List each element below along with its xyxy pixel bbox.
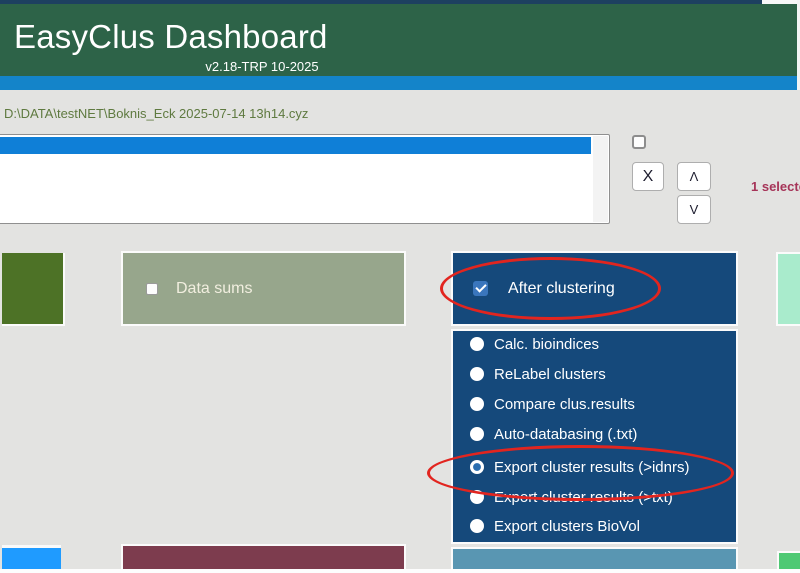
after-clustering-panel[interactable]: After clustering xyxy=(451,251,738,326)
current-file-path: D:\DATA\testNET\Boknis_Eck 2025-07-14 13… xyxy=(4,106,308,121)
delete-button[interactable]: X xyxy=(632,162,664,191)
data-sums-label: Data sums xyxy=(176,280,252,298)
option-label: Export clusters BioVol xyxy=(494,518,640,535)
mint-panel-fragment xyxy=(776,252,800,326)
radio-selected-icon[interactable] xyxy=(470,460,484,474)
blue-panel-fragment xyxy=(2,545,61,570)
option-export-cluster-results-txt[interactable]: Export cluster results (>txt) xyxy=(453,487,736,507)
file-listbox[interactable] xyxy=(0,134,610,224)
option-auto-databasing[interactable]: Auto-databasing (.txt) xyxy=(453,424,736,444)
option-export-clusters-biovol[interactable]: Export clusters BioVol xyxy=(453,516,736,536)
app-title: EasyClus Dashboard xyxy=(14,18,328,56)
option-label: Auto-databasing (.txt) xyxy=(494,426,637,443)
move-down-button[interactable]: V xyxy=(677,195,711,224)
after-clustering-checkbox[interactable] xyxy=(473,281,488,296)
radio-icon[interactable] xyxy=(470,397,484,411)
after-clustering-label: After clustering xyxy=(508,280,615,298)
after-clustering-options-panel: Calc. bioindices ReLabel clusters Compar… xyxy=(451,329,738,544)
maroon-panel-fragment xyxy=(121,544,406,570)
radio-icon[interactable] xyxy=(470,367,484,381)
listbox-scrollbar[interactable] xyxy=(593,136,608,222)
window-bottom-strip xyxy=(0,569,800,573)
header-banner: EasyClus Dashboard v2.18-TRP 10-2025 xyxy=(0,4,797,76)
data-sums-checkbox[interactable] xyxy=(146,283,158,295)
move-up-button[interactable]: Λ xyxy=(677,162,711,191)
app-version-label: v2.18-TRP 10-2025 xyxy=(152,59,372,74)
listbox-selected-row[interactable] xyxy=(0,137,591,154)
selection-count-label: 1 selected xyxy=(751,179,800,194)
option-label: ReLabel clusters xyxy=(494,366,606,383)
data-sums-panel[interactable]: Data sums xyxy=(121,251,406,326)
option-relabel-clusters[interactable]: ReLabel clusters xyxy=(453,364,736,384)
steel-blue-panel-fragment xyxy=(451,547,738,570)
green-panel-fragment xyxy=(777,551,800,570)
option-compare-clus-results[interactable]: Compare clus.results xyxy=(453,394,736,414)
easyclus-dashboard-window: EasyClus Dashboard v2.18-TRP 10-2025 D:\… xyxy=(0,0,800,573)
option-calc-bioindices[interactable]: Calc. bioindices xyxy=(453,334,736,354)
option-label: Calc. bioindices xyxy=(494,336,599,353)
option-export-cluster-results-idnrs[interactable]: Export cluster results (>idnrs) xyxy=(453,457,736,477)
option-label: Compare clus.results xyxy=(494,396,635,413)
list-checkbox[interactable] xyxy=(632,135,646,149)
option-label: Export cluster results (>txt) xyxy=(494,489,673,506)
olive-panel-fragment xyxy=(2,253,65,326)
option-label: Export cluster results (>idnrs) xyxy=(494,459,689,476)
radio-icon[interactable] xyxy=(470,427,484,441)
radio-icon[interactable] xyxy=(470,337,484,351)
radio-icon[interactable] xyxy=(470,519,484,533)
header-accent-bar xyxy=(0,76,797,90)
radio-icon[interactable] xyxy=(470,490,484,504)
